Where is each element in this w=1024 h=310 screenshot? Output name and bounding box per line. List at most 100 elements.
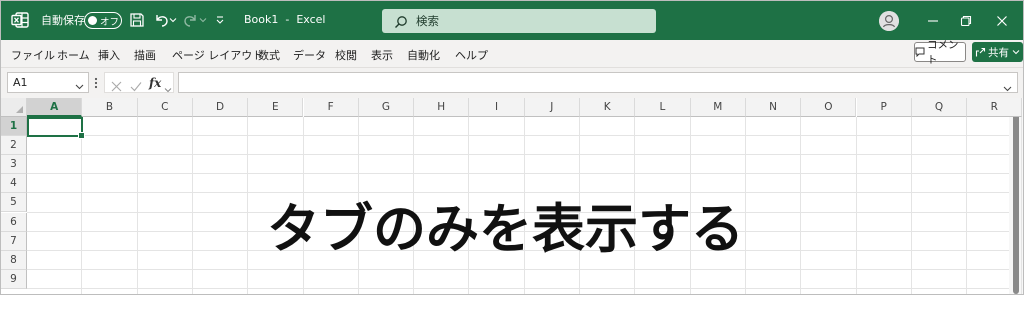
gridline-vertical <box>966 117 968 294</box>
row-header-3[interactable]: 3 <box>1 155 27 175</box>
comment-button[interactable]: コメント <box>914 39 966 66</box>
row-header-9[interactable]: 9 <box>1 269 27 289</box>
column-header-o[interactable]: O <box>801 98 857 117</box>
share-label: 共有 <box>988 46 1009 59</box>
column-header-d[interactable]: D <box>192 98 249 117</box>
row-header-5[interactable]: 5 <box>1 193 27 213</box>
column-header-p[interactable]: P <box>856 98 912 117</box>
column-header-n[interactable]: N <box>745 98 802 117</box>
name-box[interactable]: A1 <box>7 72 89 93</box>
tab-file[interactable]: ファイル <box>11 47 55 63</box>
column-header-c[interactable]: C <box>137 98 193 117</box>
redo-dropdown-icon[interactable] <box>199 15 207 25</box>
gridline-horizontal <box>27 230 1009 232</box>
excel-window: 自動保存 オフ Book1 - Excel 検索 ファイル ホーム 挿入 描画 … <box>0 0 1024 295</box>
enter-check-icon[interactable] <box>130 77 142 92</box>
insert-function-button[interactable]: fx <box>149 76 161 90</box>
comment-label: コメント <box>927 39 959 66</box>
gridline-horizontal <box>27 135 1009 137</box>
share-button[interactable]: 共有 <box>972 42 1023 62</box>
gridline-vertical <box>689 117 691 294</box>
tab-formulas[interactable]: 数式 <box>258 47 280 63</box>
formula-input[interactable] <box>178 72 1018 93</box>
row-header-8[interactable]: 8 <box>1 250 27 270</box>
column-header-b[interactable]: B <box>82 98 138 117</box>
autosave-label: 自動保存 <box>41 14 85 27</box>
column-header-h[interactable]: H <box>414 98 470 117</box>
column-header-l[interactable]: L <box>635 98 691 117</box>
active-cell-a1[interactable] <box>27 117 86 140</box>
column-header-m[interactable]: M <box>690 98 746 117</box>
column-header-q[interactable]: Q <box>911 98 968 117</box>
select-all-triangle-icon <box>16 106 23 113</box>
select-all-corner[interactable] <box>1 98 27 117</box>
undo-icon[interactable] <box>153 11 169 29</box>
autosave-toggle[interactable]: オフ <box>84 12 122 29</box>
gridline-vertical <box>81 117 83 294</box>
tab-data[interactable]: データ <box>293 47 326 63</box>
row-header-2[interactable]: 2 <box>1 136 27 156</box>
gridline-vertical <box>1021 117 1023 294</box>
share-dropdown-icon <box>1012 50 1020 55</box>
tab-draw[interactable]: 描画 <box>134 47 156 63</box>
tab-automate[interactable]: 自動化 <box>407 47 440 63</box>
row-header-1[interactable]: 1 <box>1 117 27 136</box>
fill-handle[interactable] <box>78 132 86 140</box>
column-header-j[interactable]: J <box>524 98 580 117</box>
column-header-k[interactable]: K <box>580 98 636 117</box>
worksheet-grid[interactable]: ABCDEFGHIJKLMNOPQR 123456789 <box>1 98 1023 294</box>
expand-formula-bar-icon[interactable] <box>1003 78 1012 92</box>
gridline-vertical <box>634 117 636 294</box>
row-header-7[interactable]: 7 <box>1 231 27 251</box>
column-header-g[interactable]: G <box>358 98 415 117</box>
gridline-horizontal <box>27 154 1009 156</box>
gridline-horizontal <box>27 173 1009 175</box>
excel-logo-icon <box>11 11 29 29</box>
minimize-button[interactable] <box>920 9 946 33</box>
tab-help[interactable]: ヘルプ <box>455 47 488 63</box>
column-header-f[interactable]: F <box>303 98 359 117</box>
column-header-r[interactable]: R <box>967 98 1023 117</box>
row-header-6[interactable]: 6 <box>1 212 27 232</box>
tab-insert[interactable]: 挿入 <box>98 47 120 63</box>
row-header-4[interactable]: 4 <box>1 174 27 194</box>
gridline-vertical <box>910 117 912 294</box>
name-box-value: A1 <box>13 76 28 89</box>
gridline-horizontal <box>27 211 1009 213</box>
gridline-horizontal <box>27 249 1009 251</box>
gridline-vertical <box>136 117 138 294</box>
chevron-down-icon[interactable] <box>75 78 84 90</box>
comment-icon <box>915 47 925 58</box>
gridline-horizontal <box>27 287 1009 289</box>
tab-home[interactable]: ホーム <box>57 47 90 63</box>
close-button[interactable] <box>989 9 1015 33</box>
gridline-vertical <box>191 117 193 294</box>
document-title: Book1 - Excel <box>244 13 326 26</box>
formula-tools: fx <box>104 72 174 93</box>
customize-quick-access-icon[interactable] <box>215 14 225 26</box>
tab-review[interactable]: 校閲 <box>335 47 357 63</box>
more-options-icon[interactable] <box>94 75 98 89</box>
save-icon[interactable] <box>129 12 145 28</box>
cancel-icon[interactable] <box>111 77 122 92</box>
undo-dropdown-icon[interactable] <box>169 15 177 25</box>
tab-page-layout[interactable]: ページ レイアウト <box>172 47 263 63</box>
tab-view[interactable]: 表示 <box>371 47 393 63</box>
chevron-down-icon[interactable] <box>164 79 172 92</box>
account-avatar-icon[interactable] <box>879 11 899 31</box>
scrollbar-thumb[interactable] <box>1013 112 1019 294</box>
gridline-horizontal <box>27 268 1009 270</box>
column-header-a[interactable]: A <box>27 98 83 117</box>
gridline-vertical <box>413 117 415 294</box>
gridline-vertical <box>302 117 304 294</box>
search-placeholder: 検索 <box>416 14 439 28</box>
search-icon <box>394 14 408 28</box>
formula-bar: A1 fx <box>1 68 1023 98</box>
search-box[interactable]: 検索 <box>382 9 656 33</box>
redo-icon[interactable] <box>183 11 199 29</box>
column-header-i[interactable]: I <box>469 98 525 117</box>
gridline-horizontal <box>27 192 1009 194</box>
restore-button[interactable] <box>953 9 979 33</box>
column-header-e[interactable]: E <box>248 98 304 117</box>
gridline-vertical <box>800 117 802 294</box>
